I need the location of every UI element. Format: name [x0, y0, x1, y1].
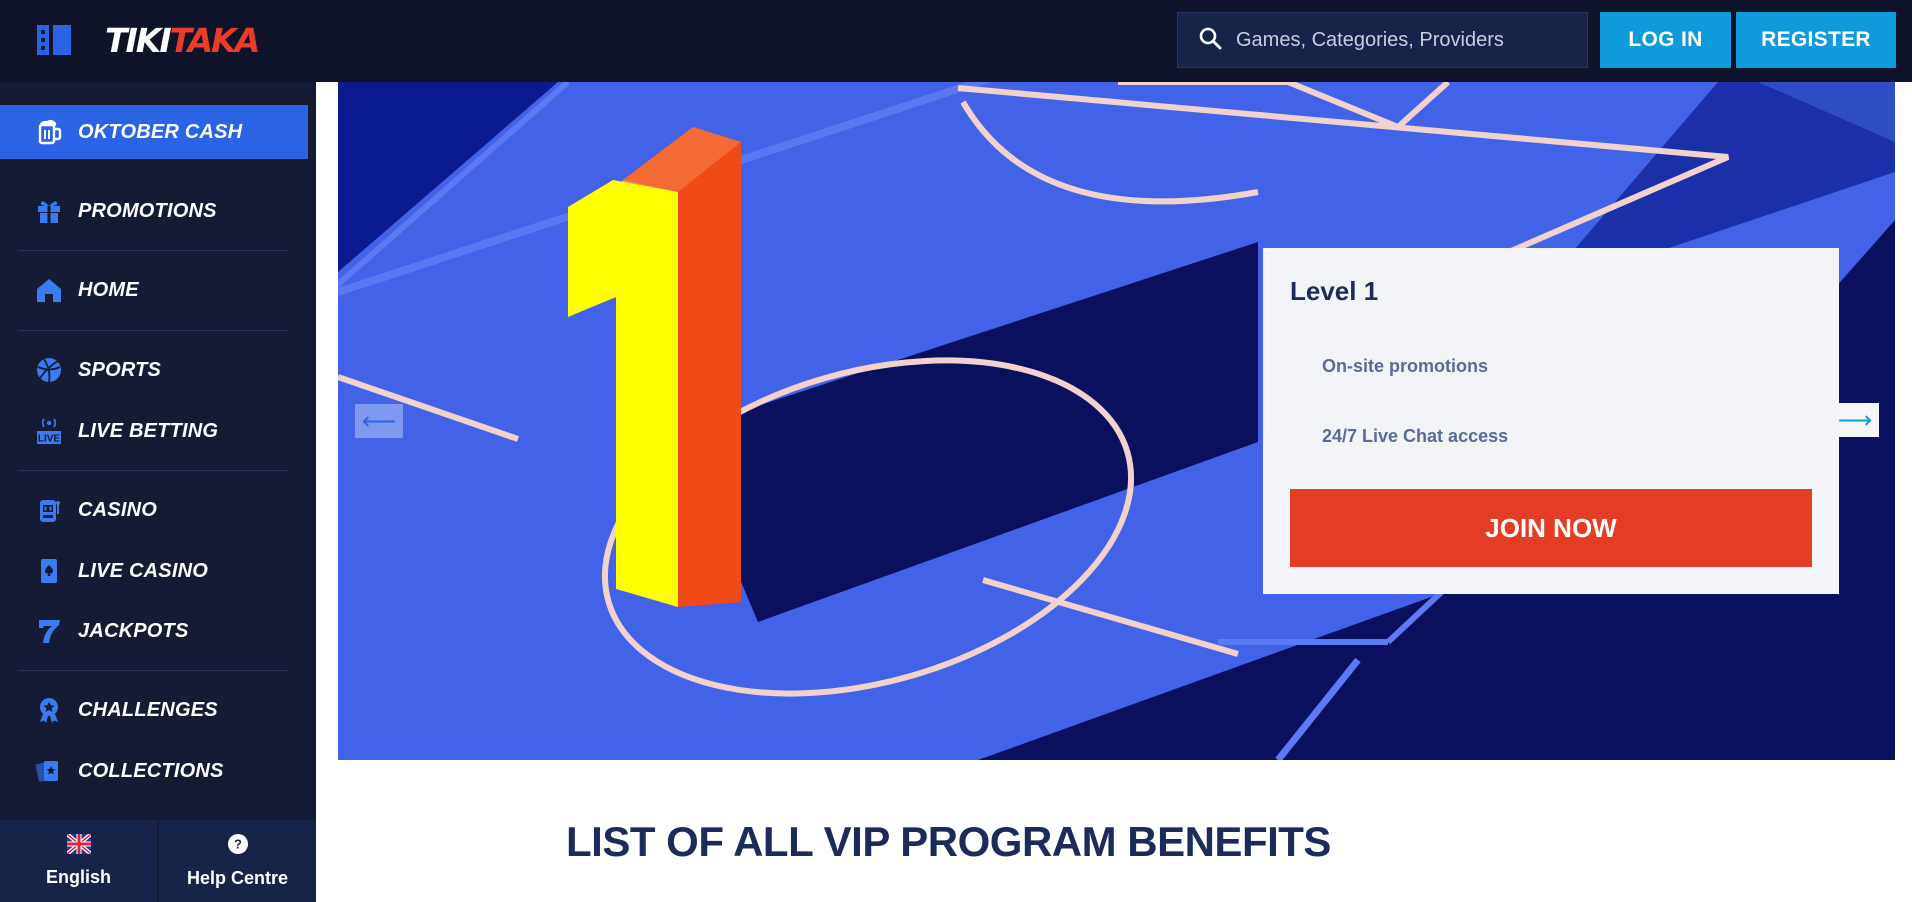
sidebar-item-label: SPORTS [78, 358, 162, 381]
level-benefit: On-site promotions [1322, 356, 1488, 376]
home-icon [34, 275, 64, 305]
sidebar-item-label: HOME [78, 278, 139, 301]
sidebar-item-label: COLLECTIONS [78, 759, 224, 782]
join-now-button[interactable]: JOIN NOW [1290, 489, 1812, 567]
level-card: Level 1 On-site promotions 24/7 Live Cha… [1263, 248, 1839, 594]
arrow-right-icon: ⟶ [1837, 406, 1873, 434]
lucky-seven-icon [34, 616, 64, 646]
sidebar-footer: English ? Help Centre [0, 820, 316, 902]
sidebar-item-casino[interactable]: CASINO [0, 483, 308, 537]
cards-collection-icon [34, 756, 64, 786]
slot-machine-icon [34, 495, 64, 525]
search-icon [1198, 26, 1222, 55]
level-benefit: 24/7 Live Chat access [1322, 426, 1509, 446]
logo-text-taka: TAKA [169, 21, 261, 60]
sidebar-item-sports[interactable]: SPORTS [0, 343, 308, 397]
login-button[interactable]: LOG IN [1600, 12, 1731, 68]
sidebar-toggle-icon[interactable] [37, 25, 71, 55]
help-centre-button[interactable]: ? Help Centre [159, 820, 316, 902]
language-selector[interactable]: English [0, 820, 157, 902]
sidebar-item-jackpots[interactable]: JACKPOTS [0, 604, 308, 658]
uk-flag-icon [65, 832, 92, 859]
logo-text-tiki: TIKI [105, 21, 172, 60]
sidebar-item-oktober-cash[interactable]: OKTOBER CASH [0, 105, 308, 159]
arrow-left-icon: ⟵ [361, 407, 397, 435]
medal-star-icon [34, 695, 64, 725]
help-centre-label: Help Centre [186, 868, 289, 888]
sidebar-item-label: CASINO [78, 498, 157, 521]
sidebar-item-home[interactable]: HOME [0, 263, 308, 317]
site-logo[interactable]: TIKITAKA [105, 18, 261, 64]
register-button[interactable]: REGISTER [1736, 12, 1896, 68]
help-question-glyph: ? [234, 837, 242, 852]
basketball-icon [34, 355, 64, 385]
sidebar-divider [18, 670, 288, 671]
sidebar-item-label: LIVE BETTING [78, 419, 219, 442]
section-heading: LIST OF ALL VIP PROGRAM BENEFITS [566, 818, 1331, 865]
sidebar-item-label: LIVE CASINO [78, 559, 208, 582]
sidebar: OKTOBER CASH PROMOTIONS HOME SPORTS LIVE… [0, 82, 316, 902]
top-header: TIKITAKA LOG IN REGISTER [0, 0, 1912, 82]
beer-mug-icon [34, 117, 64, 147]
sidebar-item-label: PROMOTIONS [78, 199, 217, 222]
live-broadcast-icon: LIVE [34, 416, 64, 446]
sidebar-divider [18, 330, 288, 331]
sidebar-divider [18, 470, 288, 471]
sidebar-item-label: JACKPOTS [78, 619, 189, 642]
search-input[interactable] [1236, 28, 1576, 52]
language-label: English [45, 867, 111, 887]
playing-card-spade-icon [34, 556, 64, 586]
sidebar-item-challenges[interactable]: CHALLENGES [0, 683, 308, 737]
level-title: Level 1 [1290, 276, 1379, 306]
sidebar-item-label: CHALLENGES [78, 698, 218, 721]
vip-level-banner: ⟵ ⟶ Level 1 On-site promotions 24/7 Live… [338, 82, 1895, 760]
carousel-prev-button[interactable]: ⟵ [355, 404, 403, 438]
sidebar-item-label: OKTOBER CASH [78, 120, 243, 143]
sidebar-item-live-casino[interactable]: LIVE CASINO [0, 544, 308, 598]
sidebar-divider [18, 250, 288, 251]
gift-icon [34, 196, 64, 226]
live-badge-text: LIVE [38, 434, 61, 445]
sidebar-item-promotions[interactable]: PROMOTIONS [0, 184, 308, 238]
sidebar-item-live-betting[interactable]: LIVE LIVE BETTING [0, 404, 308, 458]
sidebar-item-collections[interactable]: COLLECTIONS [0, 744, 308, 798]
help-question-icon: ? [227, 833, 249, 860]
search-box[interactable] [1177, 12, 1588, 68]
